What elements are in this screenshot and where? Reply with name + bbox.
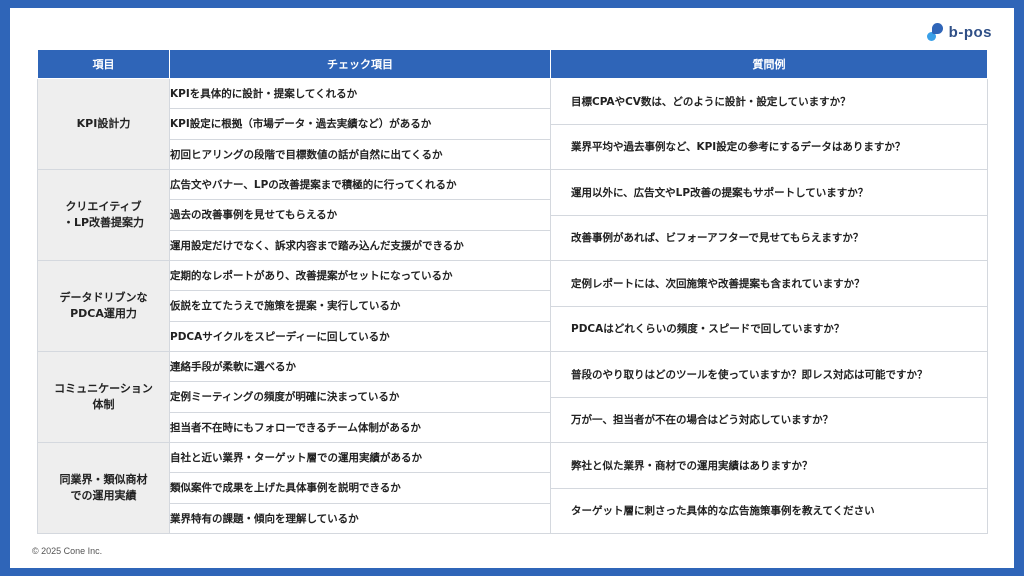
category-label: KPI設計力 — [76, 117, 131, 130]
question-example: PDCAはどれくらいの頻度・スピードで回していますか？ — [551, 305, 987, 352]
category-label: 同業界・類似商材 — [59, 473, 148, 486]
header-row: 項目 チェック項目 質問例 — [37, 49, 988, 79]
question-cell: 目標CPAやCV数は、どのように設計・設定していますか？ 業界平均や過去事例など、… — [550, 78, 988, 170]
check-item: 仮説を立てたうえで施策を提案・実行しているか — [169, 290, 551, 322]
check-item: 業界特有の課題・傾向を理解しているか — [169, 502, 551, 535]
question-cell: 運用以外に、広告文やLP改善の提案もサポートしていますか？ 改善事例があれば、ビフ… — [550, 169, 988, 261]
question-example: 改善事例があれば、ビフォーアフターで見せてもらえますか？ — [551, 214, 987, 261]
question-example: 目標CPAやCV数は、どのように設計・設定していますか？ — [571, 95, 851, 108]
category-label: ・LP改善提案力 — [62, 216, 145, 229]
question-example: 定例レポートには、次回施策や改善提案も含まれていますか？ — [571, 277, 865, 290]
table-row: クリエイティブ ・LP改善提案力 広告文やバナー、LPの改善提案まで積極的に行ってく… — [37, 168, 988, 261]
question-cell: 普段のやり取りはどのツールを使っていますか？即レス対応は可能ですか？ 万が一、担当… — [550, 351, 988, 443]
check-item: 定例ミーティングの頻度が明確に決まっているか — [169, 381, 551, 413]
check-item: 過去の改善事例を見せてもらえるか — [169, 199, 551, 231]
category-label: 体制 — [92, 398, 115, 411]
check-item: 運用設定だけでなく、訴求内容まで踏み込んだ支援ができるか — [169, 229, 551, 262]
logo-icon — [926, 23, 943, 41]
table-row: 同業界・類似商材 での運用実績 自社と近い業界・ターゲット層での運用実績があるか 弊社… — [37, 441, 988, 534]
category-cell: データドリブンな PDCA運用力 — [37, 260, 170, 352]
header-check: チェック項目 — [169, 49, 551, 79]
question-cell: 弊社と似た業界・商材での運用実績はありますか？ ターゲット層に刺さった具体的な広告… — [550, 442, 988, 534]
checklist-table: 項目 チェック項目 質問例 KPI設計力 KPIを具体的に設計・提案してくれるか目… — [37, 49, 988, 535]
category-label: コミュニケーション — [54, 382, 153, 395]
check-item: 類似案件で成果を上げた具体事例を説明できるか — [169, 472, 551, 504]
check-item: PDCAサイクルをスピーディーに回しているか — [169, 320, 551, 353]
table-row: データドリブンな PDCA運用力 定期的なレポートがあり、改善提案がセットになってい… — [37, 259, 988, 352]
table-row: KPI設計力 KPIを具体的に設計・提案してくれるか 目標CPAやCV数は、どのよう… — [37, 77, 988, 170]
check-item: 担当者不在時にもフォローできるチーム体制があるか — [169, 411, 551, 444]
check-item: 定期的なレポートがあり、改善提案がセットになっているか — [169, 259, 551, 292]
table-row: コミュニケーション 体制 連絡手段が柔軟に選べるか 普段のやり取りはどのツールを使って… — [37, 350, 988, 443]
category-label: PDCA運用力 — [70, 307, 137, 320]
copyright: © 2025 Cone Inc. — [32, 546, 103, 556]
check-item: 自社と近い業界・ターゲット層での運用実績があるか — [169, 441, 551, 474]
category-cell: クリエイティブ ・LP改善提案力 — [37, 169, 170, 261]
category-cell: 同業界・類似商材 での運用実績 — [37, 442, 170, 534]
question-example: 業界平均や過去事例など、KPI設定の参考にするデータはありますか？ — [551, 123, 987, 170]
question-cell: 定例レポートには、次回施策や改善提案も含まれていますか？ PDCAはどれくらいの頻… — [550, 260, 988, 352]
check-item: 広告文やバナー、LPの改善提案まで積極的に行ってくれるか — [169, 168, 551, 201]
question-example: ターゲット層に刺さった具体的な広告施策事例を教えてください — [551, 487, 987, 534]
category-cell: コミュニケーション 体制 — [37, 351, 170, 443]
brand-logo: b-pos — [926, 22, 992, 42]
check-item: 初回ヒアリングの段階で目標数値の話が自然に出てくるか — [169, 138, 551, 171]
category-label: クリエイティブ — [65, 200, 142, 213]
category-label: データドリブンな — [59, 291, 148, 304]
header-question: 質問例 — [550, 49, 988, 79]
slide: b-pos 項目 チェック項目 質問例 KPI設計力 KPIを具体的に設計・提案し… — [10, 8, 1014, 568]
category-cell: KPI設計力 — [37, 78, 170, 170]
check-item: KPIを具体的に設計・提案してくれるか — [169, 77, 551, 110]
question-example: 弊社と似た業界・商材での運用実績はありますか？ — [571, 459, 813, 472]
question-example: 普段のやり取りはどのツールを使っていますか？即レス対応は可能ですか？ — [571, 368, 928, 381]
brand-name: b-pos — [948, 23, 992, 41]
header-item: 項目 — [37, 49, 170, 79]
question-example: 運用以外に、広告文やLP改善の提案もサポートしていますか？ — [571, 186, 869, 199]
check-item: KPI設定に根拠（市場データ・過去実績など）があるか — [169, 108, 551, 140]
question-example: 万が一、担当者が不在の場合はどう対応していますか？ — [551, 396, 987, 443]
category-label: での運用実績 — [70, 489, 137, 502]
check-item: 連絡手段が柔軟に選べるか — [169, 350, 551, 383]
